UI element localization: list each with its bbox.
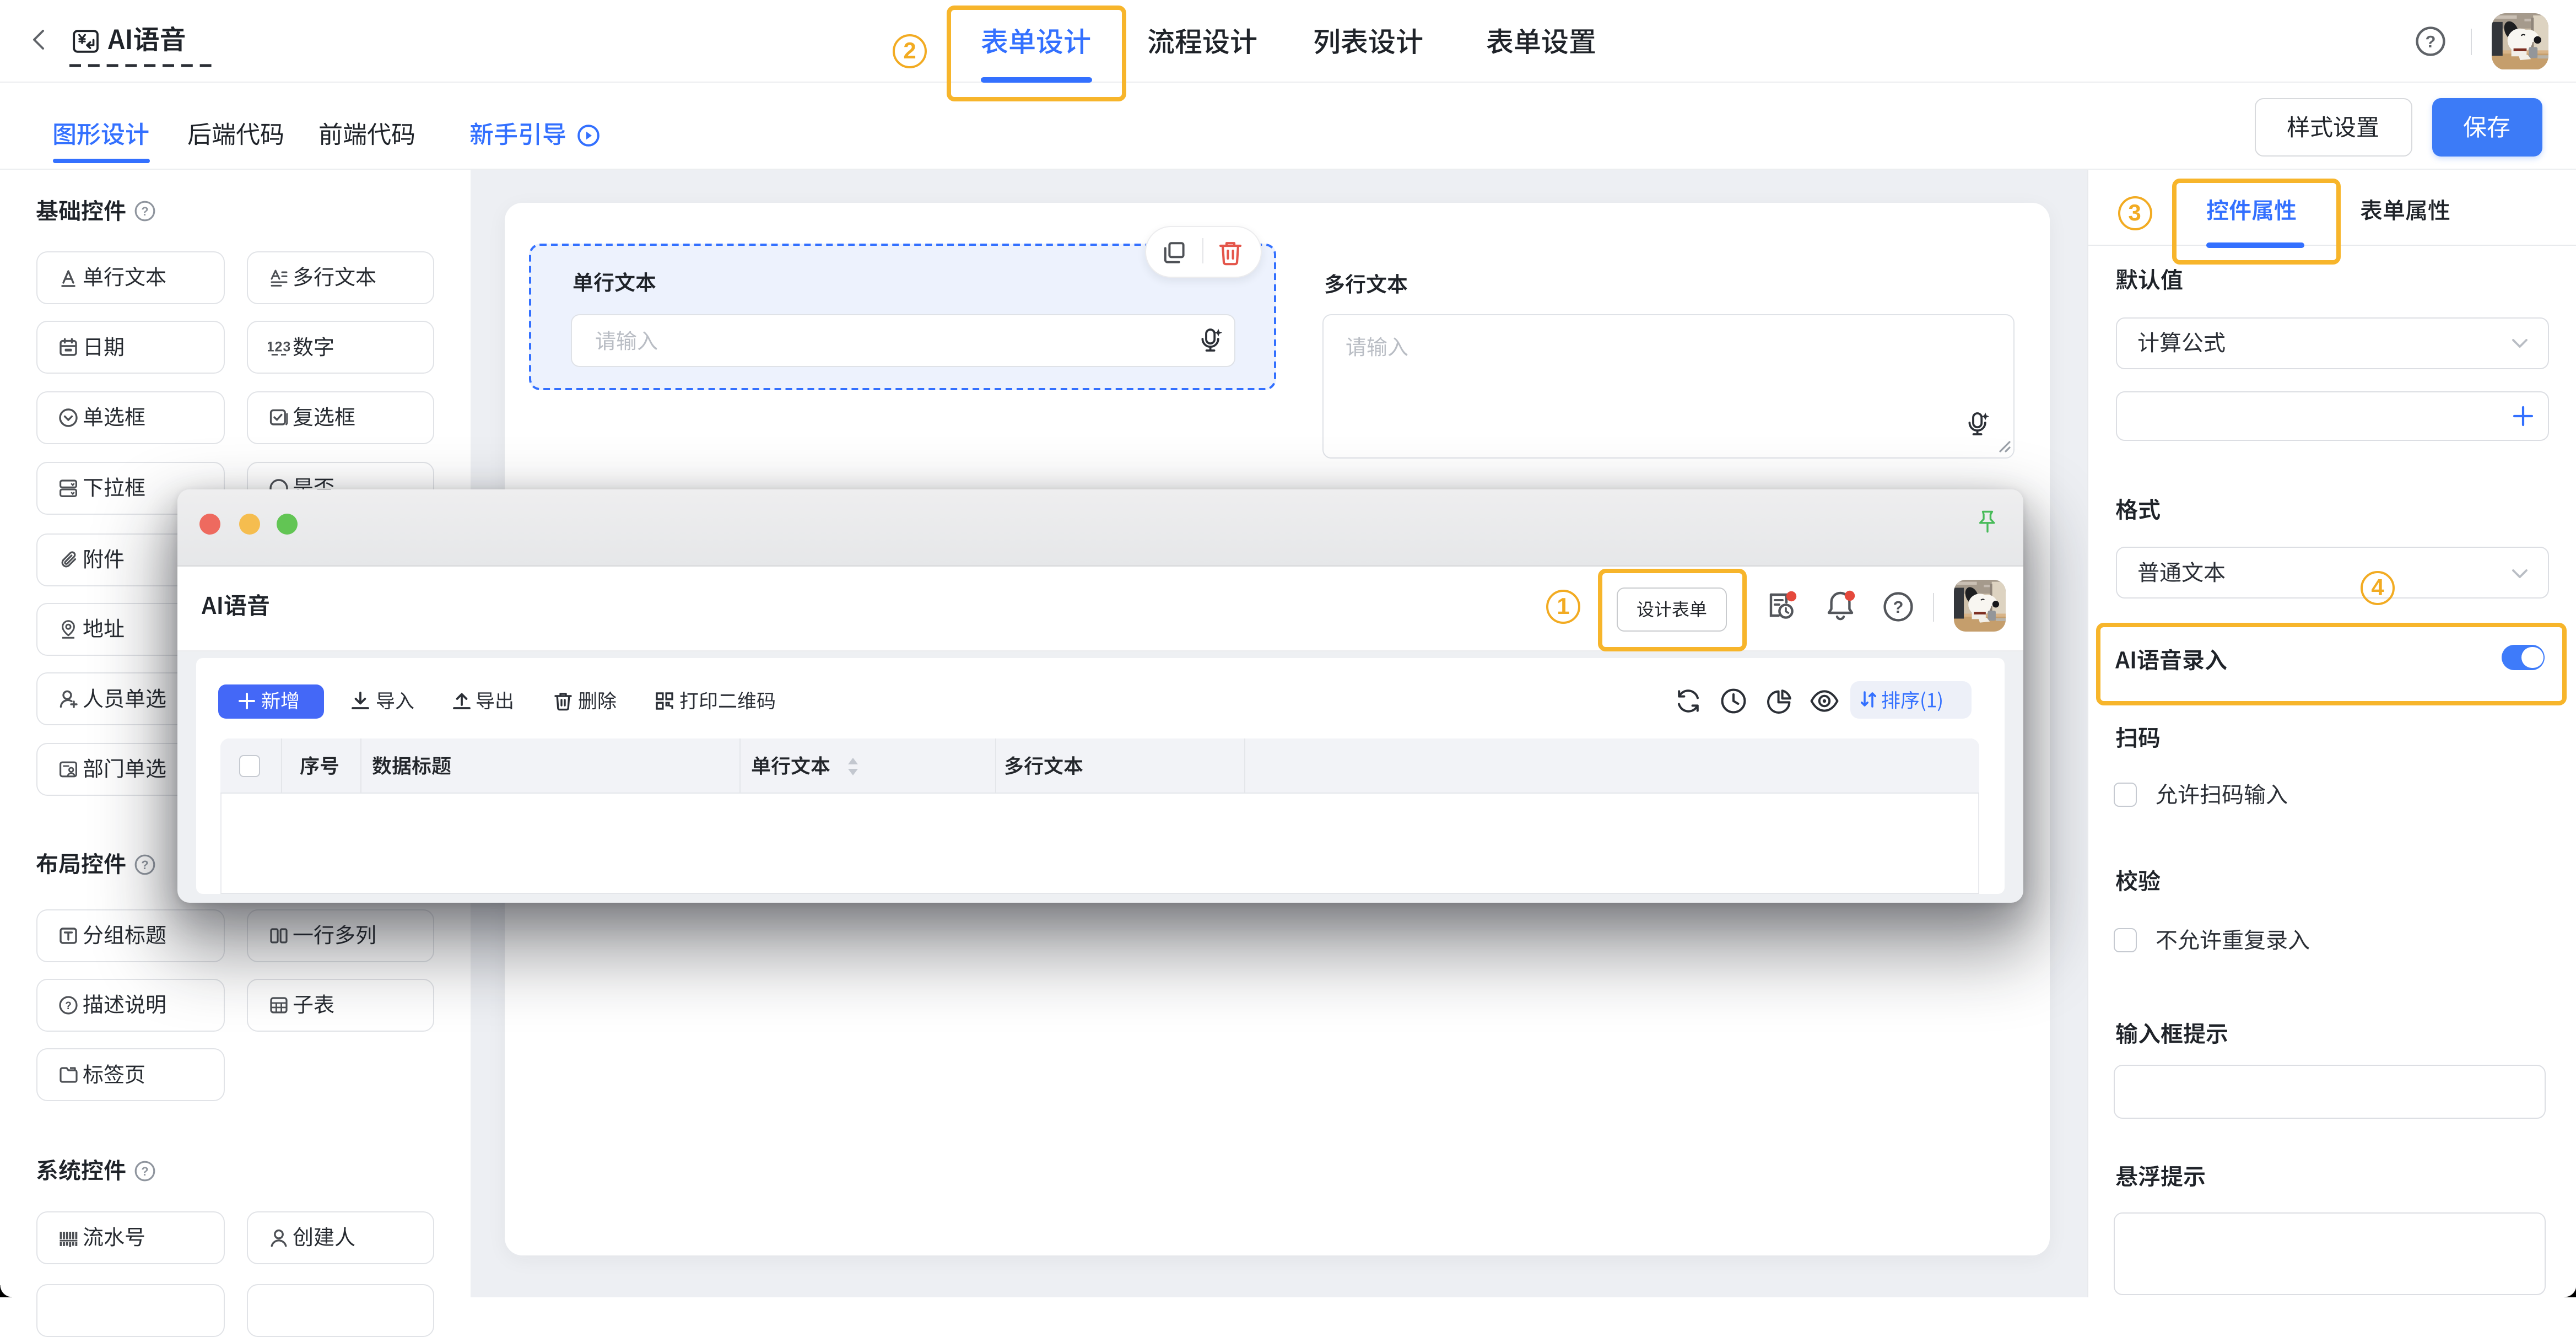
svg-text:?: ?: [65, 1000, 72, 1011]
svg-text:?: ?: [141, 204, 148, 218]
svg-text:?: ?: [1893, 597, 1904, 616]
svg-text:?: ?: [141, 1164, 148, 1178]
svg-text:?: ?: [2426, 32, 2436, 51]
svg-text:123: 123: [267, 339, 289, 355]
svg-text:?: ?: [141, 858, 148, 871]
